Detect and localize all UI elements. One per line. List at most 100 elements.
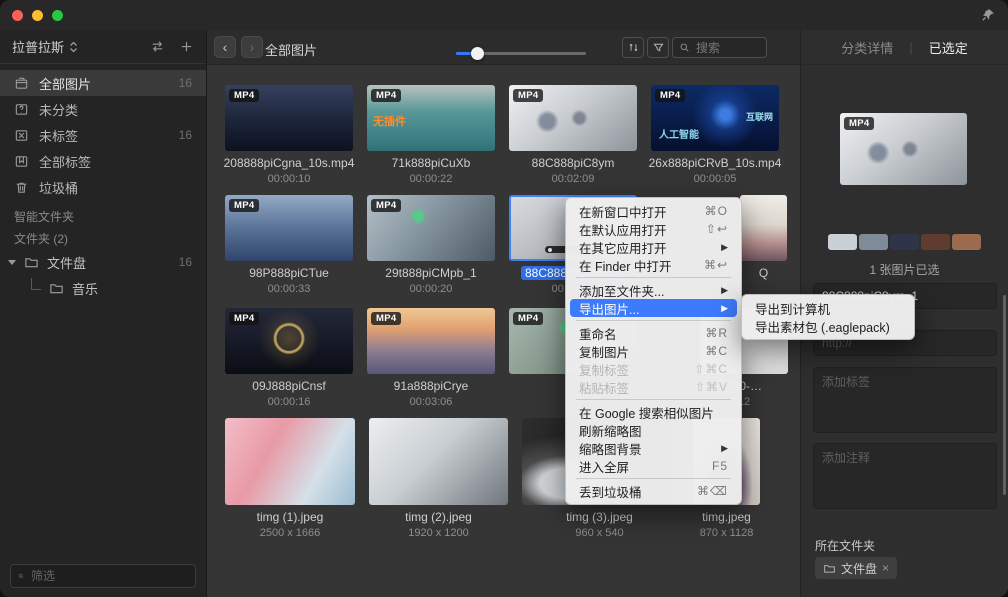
grid-item[interactable]: MP409J888piCnsf00:00:16 bbox=[225, 308, 353, 374]
citynight-thumbnail[interactable]: MP4 bbox=[225, 85, 353, 151]
menu-item[interactable]: 在其它应用打开▶ bbox=[570, 238, 737, 256]
menu-item[interactable]: 在默认应用打开⇧↩ bbox=[570, 220, 737, 238]
grid-item[interactable]: MP4人工智能互联网26x888piCRvB_10s.mp400:00:05 bbox=[651, 85, 779, 151]
sort-button[interactable] bbox=[622, 37, 644, 58]
folder-item-files-disk[interactable]: 文件盘16 bbox=[0, 250, 206, 274]
menu-item[interactable]: 缩略图背景▶ bbox=[570, 439, 737, 457]
close-button[interactable] bbox=[12, 10, 23, 21]
menu-item-label: 粘贴标签 bbox=[579, 378, 629, 397]
forward-button[interactable]: › bbox=[241, 36, 263, 58]
disclosure-triangle-icon[interactable] bbox=[8, 260, 16, 265]
back-button[interactable]: ‹ bbox=[214, 36, 236, 58]
grid-item[interactable]: MP429t888piCMpb_100:00:20 bbox=[367, 195, 495, 261]
ai-thumbnail[interactable]: MP4人工智能互联网 bbox=[651, 85, 779, 151]
harbor-thumbnail[interactable]: MP4无插件 bbox=[367, 85, 495, 151]
library-switcher[interactable]: 拉普拉斯 bbox=[12, 37, 78, 56]
plus-icon[interactable] bbox=[179, 39, 194, 54]
item-meta: 00:00:05 bbox=[640, 173, 790, 185]
palette-swatch[interactable] bbox=[921, 234, 950, 250]
thumbnail-zoom-slider[interactable] bbox=[456, 52, 586, 55]
menu-item[interactable]: 重命名⌘R bbox=[570, 324, 737, 342]
submenu-arrow-icon: ▶ bbox=[721, 242, 728, 253]
filter-input[interactable] bbox=[29, 568, 188, 584]
remove-folder-icon[interactable]: × bbox=[882, 561, 889, 575]
grid-item[interactable]: MP491a888piCrye00:03:06 bbox=[367, 308, 495, 374]
office-thumbnail[interactable]: MP4 bbox=[509, 85, 637, 151]
sidebar-item-untagged[interactable]: 未标签16 bbox=[0, 122, 206, 148]
swap-icon[interactable] bbox=[150, 39, 165, 54]
grid-item[interactable]: MP488C888piC8ym00:02:09 bbox=[509, 85, 637, 151]
girl1-thumbnail[interactable] bbox=[225, 418, 355, 505]
tab-category-details[interactable]: 分类详情 bbox=[841, 38, 893, 57]
app-window: 拉普拉斯 全部图片16未分类未标签16全部标签垃圾桶 智能文件夹 文件夹 (2)… bbox=[0, 0, 1008, 597]
menu-separator bbox=[576, 277, 731, 278]
menu-item[interactable]: 进入全屏 F5 bbox=[570, 457, 737, 475]
folder-label: 音乐 bbox=[72, 279, 98, 298]
palette-swatch[interactable] bbox=[828, 234, 857, 250]
item-meta: 2500 x 1666 bbox=[215, 527, 365, 539]
grid-item[interactable]: Q bbox=[740, 195, 787, 261]
format-badge: MP4 bbox=[513, 312, 543, 325]
scrollbar[interactable] bbox=[1003, 295, 1006, 495]
palette-swatch[interactable] bbox=[952, 234, 981, 250]
search-input[interactable] bbox=[694, 40, 760, 56]
folder-chip[interactable]: 文件盘 × bbox=[815, 557, 897, 579]
menu-item-label: 进入全屏 bbox=[579, 457, 629, 476]
notes-field[interactable] bbox=[813, 443, 997, 509]
folder-section-label: 文件夹 (2) bbox=[14, 230, 68, 247]
tags-field[interactable] bbox=[813, 367, 997, 433]
minimize-button[interactable] bbox=[32, 10, 43, 21]
menu-item[interactable]: 刷新缩略图 bbox=[570, 421, 737, 439]
palette-swatch[interactable] bbox=[890, 234, 919, 250]
palette-swatch[interactable] bbox=[859, 234, 888, 250]
chevron-updown-icon bbox=[69, 41, 78, 53]
pin-icon[interactable] bbox=[980, 7, 996, 23]
slider-knob[interactable] bbox=[471, 47, 484, 60]
context-menu: 在新窗口中打开⌘O在默认应用打开⇧↩在其它应用打开▶在 Finder 中打开⌘↩… bbox=[565, 197, 742, 505]
menu-shortcut: ⌘O bbox=[705, 204, 728, 218]
sidebar-item-uncategorized[interactable]: 未分类 bbox=[0, 96, 206, 122]
item-name: 29t888piCMpb_1 bbox=[356, 266, 506, 280]
grid-item[interactable]: MP498P888piCTue00:00:33 bbox=[225, 195, 353, 261]
sidebar-item-all-images[interactable]: 全部图片16 bbox=[0, 70, 206, 96]
item-meta: 870 x 1128 bbox=[652, 527, 802, 539]
menu-item[interactable]: 在 Finder 中打开⌘↩ bbox=[570, 256, 737, 274]
color-palette bbox=[828, 234, 981, 250]
selected-item-preview[interactable]: MP4 bbox=[840, 113, 967, 185]
grid-item[interactable]: MP4无插件71k888piCuXb00:00:22 bbox=[367, 85, 495, 151]
menu-item[interactable]: 在新窗口中打开⌘O bbox=[570, 202, 737, 220]
tab-selected[interactable]: 已选定 bbox=[929, 38, 968, 57]
sunset-thumbnail[interactable]: MP4 bbox=[367, 308, 495, 374]
holo-thumbnail[interactable]: MP4 bbox=[367, 195, 495, 261]
menu-item-label: 在 Google 搜索相似图片 bbox=[579, 403, 714, 422]
zoom-button[interactable] bbox=[52, 10, 63, 21]
grid-item[interactable]: timg (2).jpeg1920 x 1200 bbox=[369, 418, 508, 505]
sidebar-item-trash[interactable]: 垃圾桶 bbox=[0, 174, 206, 200]
folder-item-music[interactable]: 音乐 bbox=[0, 276, 206, 300]
menu-item[interactable]: 在 Google 搜索相似图片 bbox=[570, 403, 737, 421]
car1-thumbnail[interactable] bbox=[369, 418, 508, 505]
menu-shortcut: F5 bbox=[712, 459, 728, 473]
menu-separator bbox=[576, 320, 731, 321]
menu-item-label: 复制标签 bbox=[579, 360, 629, 379]
grid-item[interactable]: timg (1).jpeg2500 x 1666 bbox=[225, 418, 355, 505]
menu-item[interactable]: 导出图片...▶ bbox=[570, 299, 737, 317]
thumbnail-overlay-text: 人工智能 bbox=[659, 126, 699, 141]
item-name: 26x888piCRvB_10s.mp4 bbox=[640, 156, 790, 170]
item-name: timg (2).jpeg bbox=[364, 510, 514, 524]
grid-item[interactable]: MP4208888piCgna_10s.mp400:00:10 bbox=[225, 85, 353, 151]
girlv-thumbnail[interactable] bbox=[740, 195, 787, 261]
filter-button[interactable] bbox=[647, 37, 669, 58]
sidebar-item-all-tags[interactable]: 全部标签 bbox=[0, 148, 206, 174]
menu-item[interactable]: 复制图片⌘C bbox=[570, 342, 737, 360]
submenu-item[interactable]: 导出到计算机 bbox=[746, 299, 910, 317]
selection-count: 1 张图片已选 bbox=[801, 261, 1008, 278]
menu-item[interactable]: 丢到垃圾桶⌘⌫ bbox=[570, 482, 737, 500]
clock-thumbnail[interactable]: MP4 bbox=[225, 308, 353, 374]
smart-folder-section-label: 智能文件夹 bbox=[14, 208, 74, 225]
menu-item[interactable]: 添加至文件夹...▶ bbox=[570, 281, 737, 299]
bluecity-thumbnail[interactable]: MP4 bbox=[225, 195, 353, 261]
funnel-icon bbox=[652, 41, 665, 54]
submenu-item[interactable]: 导出素材包 (.eaglepack) bbox=[746, 317, 910, 335]
format-badge: MP4 bbox=[655, 89, 685, 102]
